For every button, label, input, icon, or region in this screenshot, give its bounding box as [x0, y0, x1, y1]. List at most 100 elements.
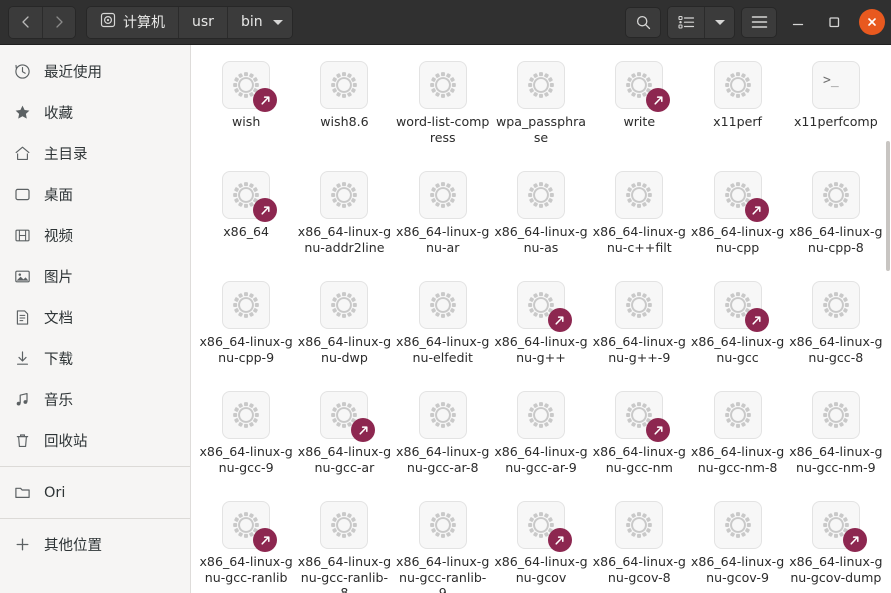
file-item[interactable]: x11perf: [688, 53, 786, 163]
file-name-label: x86_64-linux-gnu-gcov-9: [690, 554, 785, 585]
file-item[interactable]: x86_64-linux-gnu-gcov-8: [590, 493, 688, 593]
sidebar-item-home[interactable]: 主目录: [0, 133, 190, 174]
file-item[interactable]: wish: [197, 53, 295, 163]
symlink-badge-icon: [842, 528, 867, 552]
file-name-label: x86_64-linux-gnu-gcc-ranlib-9: [396, 554, 490, 593]
file-item[interactable]: x86_64-linux-gnu-gcc-ranlib: [197, 493, 295, 593]
back-button[interactable]: [9, 6, 42, 38]
file-icon-wrapper: [811, 501, 867, 552]
file-icon-wrapper: >_: [811, 61, 860, 109]
file-name-label: x86_64-linux-gnu-cpp-8: [789, 224, 883, 255]
file-item[interactable]: x86_64-linux-gnu-gcc-nm-9: [787, 383, 885, 493]
file-item[interactable]: x86_64-linux-gnu-cpp-9: [197, 273, 295, 383]
file-item[interactable]: x86_64-linux-gnu-elfedit: [394, 273, 492, 383]
file-item[interactable]: x86_64-linux-gnu-cpp-8: [787, 163, 885, 273]
file-item[interactable]: >_ x11perfcomp: [787, 53, 885, 163]
breadcrumb-item-bin[interactable]: bin: [226, 6, 292, 38]
file-item[interactable]: x86_64-linux-gnu-gcc-ar-9: [492, 383, 590, 493]
file-item[interactable]: wish8.6: [295, 53, 393, 163]
file-item[interactable]: x86_64-linux-gnu-as: [492, 163, 590, 273]
breadcrumb-label-bin: bin: [240, 14, 263, 30]
file-item[interactable]: x86_64-linux-gnu-gcc-ar: [295, 383, 393, 493]
file-icon-wrapper: [222, 391, 271, 439]
file-icon-wrapper: [615, 61, 671, 112]
close-button[interactable]: [859, 9, 885, 35]
sidebar-item-trash[interactable]: 回收站: [0, 420, 190, 461]
file-item[interactable]: x86_64-linux-gnu-gcov: [492, 493, 590, 593]
file-item[interactable]: x86_64-linux-gnu-gcc-ranlib-9: [394, 493, 492, 593]
main-menu-button[interactable]: [741, 6, 777, 38]
sidebar-item-image[interactable]: 图片: [0, 256, 190, 297]
breadcrumb-label-computer: 计算机: [123, 15, 165, 31]
file-name-label: x86_64-linux-gnu-gcc-nm-9: [789, 444, 883, 475]
file-icon-wrapper: [320, 391, 376, 442]
file-item[interactable]: x86_64-linux-gnu-ar: [394, 163, 492, 273]
file-item[interactable]: x86_64-linux-gnu-gcov-dump: [787, 493, 885, 593]
breadcrumb-item-computer[interactable]: 计算机: [87, 6, 178, 38]
scrollbar-thumb[interactable]: [886, 141, 890, 271]
file-icon-wrapper: [418, 281, 467, 329]
sidebar-item-download[interactable]: 下载: [0, 338, 190, 379]
file-item[interactable]: x86_64-linux-gnu-cpp: [688, 163, 786, 273]
file-item[interactable]: x86_64-linux-gnu-addr2line: [295, 163, 393, 273]
sidebar-item-clock[interactable]: 最近使用: [0, 51, 190, 92]
file-name-label: x86_64-linux-gnu-elfedit: [396, 334, 490, 365]
file-item[interactable]: x86_64: [197, 163, 295, 273]
file-item[interactable]: wpa_passphrase: [492, 53, 590, 163]
file-icon-wrapper: [418, 501, 467, 549]
executable-icon: [320, 281, 369, 329]
file-item[interactable]: x86_64-linux-gnu-g++-9: [590, 273, 688, 383]
file-name-label: wish: [231, 114, 261, 129]
file-item[interactable]: x86_64-linux-gnu-gcov-9: [688, 493, 786, 593]
file-list-area[interactable]: wish wish8.6 word-list-compress wpa_passphr…: [191, 45, 891, 593]
breadcrumb-item-usr[interactable]: usr: [178, 6, 227, 38]
file-name-label: x86_64-linux-gnu-gcc-ar: [297, 444, 392, 475]
file-name-label: x86_64-linux-gnu-cpp-9: [199, 334, 293, 365]
maximize-icon: [829, 17, 840, 28]
sidebar-item-video[interactable]: 视频: [0, 215, 190, 256]
vertical-scrollbar[interactable]: [886, 45, 891, 593]
file-icon-wrapper: [811, 281, 860, 329]
file-item[interactable]: x86_64-linux-gnu-dwp: [295, 273, 393, 383]
sidebar-item-label: 桌面: [44, 188, 73, 204]
forward-button[interactable]: [42, 6, 75, 38]
file-icon-wrapper: [811, 391, 860, 439]
desktop-icon: [14, 186, 31, 203]
file-item[interactable]: x86_64-linux-gnu-gcc: [688, 273, 786, 383]
file-manager-window: 计算机 usr bin 最近使用 收藏 主目录 桌面 视频 图片 文档 下载 音…: [0, 0, 891, 593]
file-item[interactable]: x86_64-linux-gnu-gcc-ranlib-8: [295, 493, 393, 593]
video-icon: [14, 227, 31, 244]
trash-icon: [14, 432, 31, 449]
sidebar-separator: [0, 518, 190, 519]
minimize-button[interactable]: [783, 7, 813, 37]
sidebar-item-plus[interactable]: 其他位置: [0, 524, 190, 565]
symlink-badge-icon: [547, 528, 572, 552]
executable-icon: [320, 501, 369, 549]
sidebar-item-music[interactable]: 音乐: [0, 379, 190, 420]
file-item[interactable]: word-list-compress: [394, 53, 492, 163]
sidebar-item-star[interactable]: 收藏: [0, 92, 190, 133]
file-item[interactable]: x86_64-linux-gnu-gcc-nm: [590, 383, 688, 493]
sidebar-item-folder[interactable]: Ori: [0, 472, 190, 513]
chevron-down-icon[interactable]: [272, 19, 283, 25]
executable-icon: [713, 391, 762, 439]
file-item[interactable]: x86_64-linux-gnu-gcc-nm-8: [688, 383, 786, 493]
list-view-button[interactable]: [668, 6, 704, 38]
file-item[interactable]: x86_64-linux-gnu-gcc-9: [197, 383, 295, 493]
executable-icon: [222, 391, 271, 439]
search-button[interactable]: [625, 6, 661, 38]
file-item[interactable]: write: [590, 53, 688, 163]
file-name-label: x86_64: [223, 224, 270, 239]
view-options-dropdown-button[interactable]: [704, 6, 734, 38]
file-item[interactable]: x86_64-linux-gnu-gcc-8: [787, 273, 885, 383]
icon-grid: wish wish8.6 word-list-compress wpa_passphr…: [191, 45, 891, 593]
sidebar-item-desktop[interactable]: 桌面: [0, 174, 190, 215]
file-item[interactable]: x86_64-linux-gnu-gcc-ar-8: [394, 383, 492, 493]
file-item[interactable]: x86_64-linux-gnu-c++filt: [590, 163, 688, 273]
sidebar-item-document[interactable]: 文档: [0, 297, 190, 338]
maximize-button[interactable]: [819, 7, 849, 37]
file-name-label: x86_64-linux-gnu-gcc-ranlib-8: [297, 554, 392, 593]
file-name-label: x86_64-linux-gnu-dwp: [297, 334, 392, 365]
file-item[interactable]: x86_64-linux-gnu-g++: [492, 273, 590, 383]
symlink-badge-icon: [253, 88, 278, 112]
